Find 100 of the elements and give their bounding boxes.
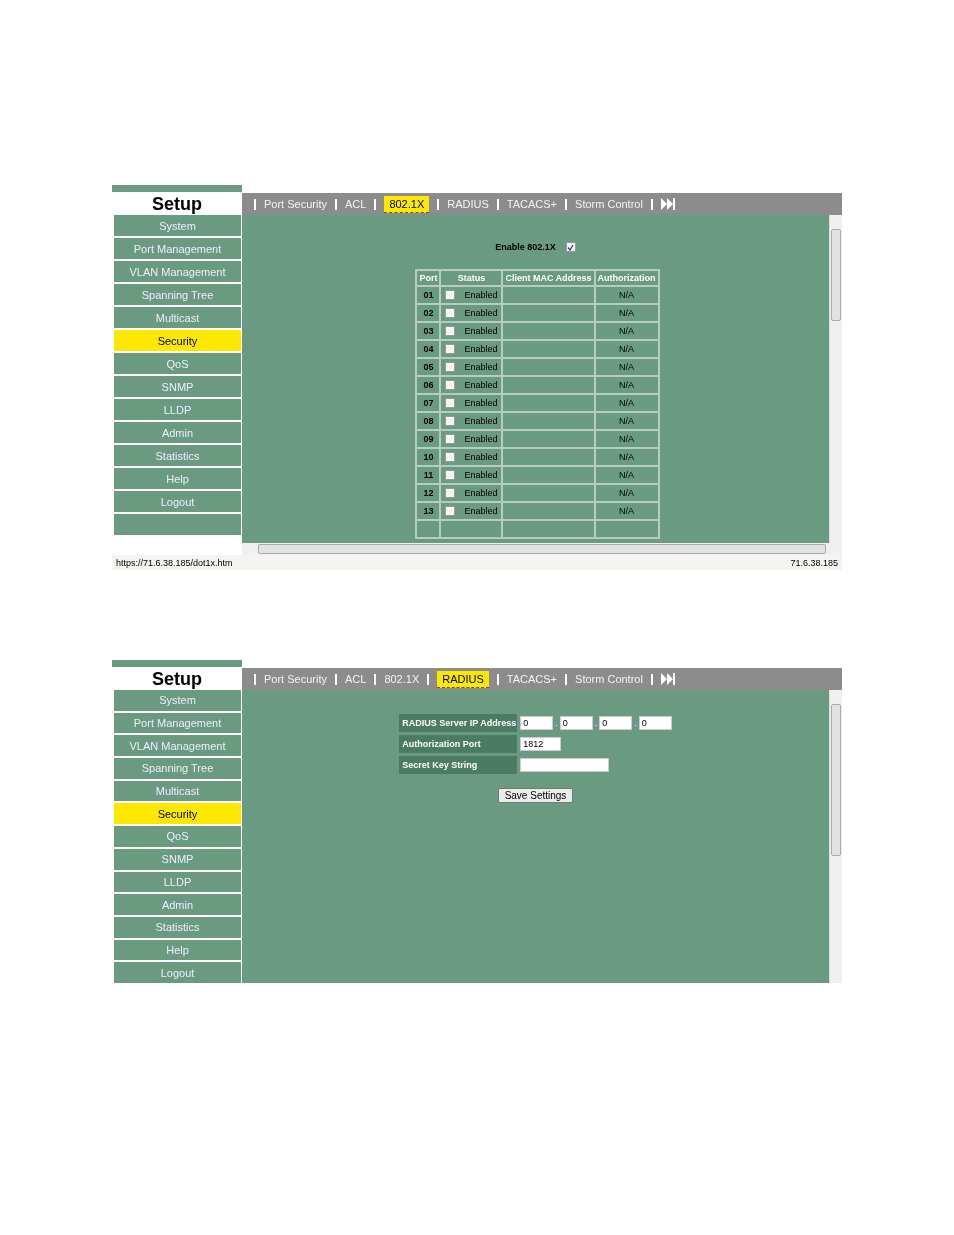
status-label: Enabled (464, 362, 498, 372)
sidebar-item[interactable]: QoS (114, 826, 241, 847)
sidebar-item[interactable]: Statistics (114, 445, 241, 466)
port-cell: 13 (416, 502, 441, 520)
sidebar-item[interactable]: SNMP (114, 376, 241, 397)
authorization-cell: N/A (594, 430, 659, 448)
sidebar-item[interactable]: Security (114, 330, 241, 351)
port-cell: 04 (416, 340, 441, 358)
status-checkbox[interactable] (445, 326, 456, 336)
skip-forward-icon[interactable] (660, 198, 675, 210)
vertical-scrollbar[interactable] (829, 215, 842, 543)
sidebar-item[interactable]: Port Management (114, 712, 241, 734)
port-cell: 01 (416, 286, 441, 304)
port-cell: 07 (416, 394, 441, 412)
status-host: 71.6.38.185 (790, 557, 838, 568)
status-checkbox[interactable] (445, 470, 456, 480)
authorization-cell: N/A (594, 376, 659, 394)
status-checkbox[interactable] (445, 308, 456, 318)
status-checkbox[interactable] (445, 416, 456, 426)
skip-forward-icon[interactable] (660, 673, 675, 685)
sidebar-item[interactable]: VLAN Management (114, 261, 241, 282)
authorization-cell: N/A (594, 340, 659, 358)
tab[interactable]: Storm Control (575, 196, 643, 212)
enable-checkbox[interactable] (565, 242, 576, 252)
sidebar-item[interactable]: Admin (114, 894, 241, 915)
tab[interactable]: ACL (344, 196, 367, 212)
tab[interactable]: 802.1X (384, 195, 430, 213)
secret-field[interactable] (520, 758, 610, 772)
sidebar-item[interactable]: System (114, 690, 241, 711)
sidebar-item[interactable]: SNMP (114, 848, 241, 870)
sidebar-item[interactable]: LLDP (114, 399, 241, 420)
tab[interactable]: ACL (344, 671, 367, 687)
port-cell: 10 (416, 448, 441, 466)
status-checkbox[interactable] (445, 452, 456, 462)
sidebar-item[interactable]: Port Management (114, 238, 241, 259)
sidebar-item[interactable]: Security (114, 803, 241, 825)
authorization-cell: N/A (594, 484, 659, 502)
port-field[interactable]: 1812 (520, 737, 562, 751)
authorization-cell: N/A (594, 412, 659, 430)
tab[interactable]: RADIUS (447, 196, 489, 212)
field-label: Authorization Port (399, 735, 518, 753)
status-checkbox[interactable] (445, 344, 456, 354)
sidebar-item[interactable]: Multicast (114, 307, 241, 328)
ip-octet-field[interactable]: 0 (559, 716, 593, 730)
authorization-cell: N/A (594, 358, 659, 376)
ip-octet-field[interactable]: 0 (520, 716, 554, 730)
tab[interactable]: 802.1X (384, 671, 420, 687)
authorization-cell: N/A (594, 466, 659, 484)
sidebar-item[interactable]: Logout (114, 491, 241, 512)
authorization-cell: N/A (594, 502, 659, 520)
sidebar-item[interactable]: Multicast (114, 780, 241, 802)
sidebar-item[interactable]: VLAN Management (114, 735, 241, 757)
enable-label: Enable 802.1X (495, 242, 556, 252)
sidebar-item[interactable]: QoS (114, 353, 241, 374)
column-header: Client MAC Address (502, 270, 595, 286)
tab[interactable]: TACACS+ (506, 196, 558, 212)
status-label: Enabled (464, 452, 498, 462)
tab[interactable]: RADIUS (437, 670, 489, 688)
status-checkbox[interactable] (445, 362, 456, 372)
port-cell: 06 (416, 376, 441, 394)
sidebar-item[interactable]: System (114, 215, 241, 236)
status-label: Enabled (464, 308, 498, 318)
sidebar-item[interactable]: Spanning Tree (114, 758, 241, 779)
column-header: Authorization (594, 270, 659, 286)
field-label: Secret Key String (399, 756, 518, 774)
status-label: Enabled (464, 380, 498, 390)
ip-octet-field[interactable]: 0 (599, 716, 633, 730)
status-checkbox[interactable] (445, 434, 456, 444)
ip-octet-field[interactable]: 0 (638, 716, 672, 730)
status-checkbox[interactable] (445, 290, 456, 300)
sidebar-item[interactable]: Help (114, 939, 241, 961)
port-cell: 03 (416, 322, 441, 340)
sidebar-item[interactable]: Admin (114, 422, 241, 443)
column-header: Port (416, 270, 441, 286)
status-checkbox[interactable] (445, 488, 456, 498)
save-button[interactable]: Save Settings (497, 788, 574, 803)
sidebar-item[interactable]: Spanning Tree (114, 284, 241, 305)
status-checkbox[interactable] (445, 380, 456, 390)
tab[interactable]: Port Security (264, 196, 327, 212)
tab[interactable]: Storm Control (575, 671, 643, 687)
sidebar-item[interactable]: Statistics (114, 916, 241, 938)
status-checkbox[interactable] (445, 398, 456, 408)
vertical-scrollbar[interactable] (829, 690, 842, 983)
tab[interactable]: TACACS+ (506, 671, 558, 687)
sidebar-item[interactable]: Help (114, 468, 241, 489)
dot-text: . (594, 718, 598, 728)
authorization-cell: N/A (594, 286, 659, 304)
status-label: Enabled (464, 290, 498, 300)
status-label: Enabled (464, 398, 498, 408)
sidebar-item[interactable]: Logout (114, 962, 241, 983)
horizontal-scrollbar[interactable] (242, 543, 842, 555)
authorization-cell: N/A (594, 304, 659, 322)
authorization-cell: N/A (594, 394, 659, 412)
field-label: RADIUS Server IP Address (399, 714, 518, 732)
port-cell: 08 (416, 412, 441, 430)
port-cell: 12 (416, 484, 441, 502)
status-checkbox[interactable] (445, 506, 456, 516)
tab[interactable]: Port Security (264, 671, 327, 687)
sidebar-item[interactable]: LLDP (114, 871, 241, 893)
port-cell: 02 (416, 304, 441, 322)
